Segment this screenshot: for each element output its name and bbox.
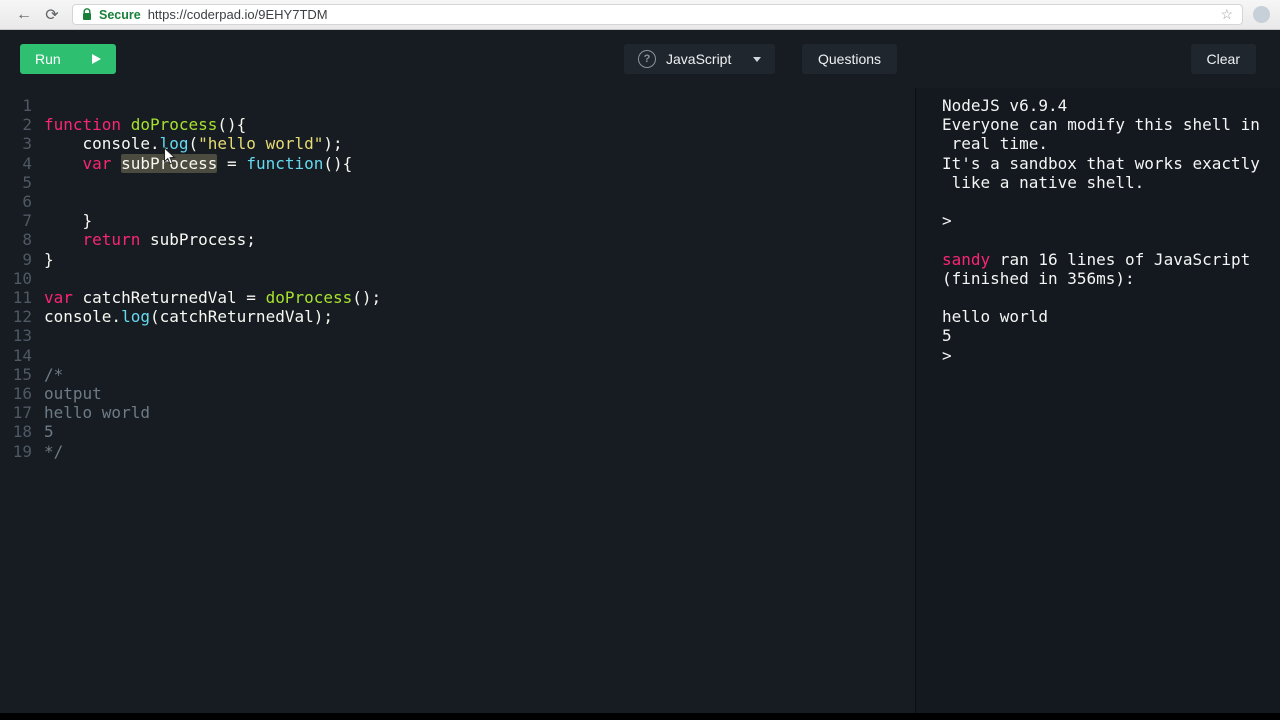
app-toolbar: Run ? JavaScript Questions Clear xyxy=(0,30,1280,88)
console-line: hello world xyxy=(942,307,1048,327)
code-line[interactable]: 8 return subProcess; xyxy=(0,230,915,249)
console-line: NodeJS v6.9.4 xyxy=(942,96,1068,115)
line-number: 6 xyxy=(22,192,32,212)
code-line[interactable]: 18 5 xyxy=(0,422,915,441)
code-line[interactable]: 3 console.log("hello world"); xyxy=(0,134,915,153)
code-text: output xyxy=(44,384,102,404)
extension-icon[interactable] xyxy=(1253,6,1270,23)
code-line[interactable]: 13 xyxy=(0,326,915,345)
line-number: 7 xyxy=(22,211,32,231)
browser-chrome: ← ⟳ Secure https://coderpad.io/9EHY7TDM … xyxy=(0,0,1280,30)
line-number: 1 xyxy=(22,96,32,115)
reload-icon[interactable]: ⟳ xyxy=(38,5,66,25)
url-text: https://coderpad.io/9EHY7TDM xyxy=(147,7,328,22)
code-editor[interactable]: 1 2 function doProcess(){3 console.log("he… xyxy=(0,88,915,713)
line-number: 12 xyxy=(12,307,32,327)
line-number: 18 xyxy=(12,422,32,442)
code-text: } xyxy=(44,249,54,269)
console-line: real time. xyxy=(942,134,1048,154)
code-text: /* xyxy=(44,364,64,384)
code-line[interactable]: 5 xyxy=(0,173,915,192)
console-line: like a native shell. xyxy=(942,172,1145,192)
console-panel[interactable]: NodeJS v6.9.4 Everyone can modify this sh… xyxy=(915,88,1280,713)
language-dropdown[interactable]: ? JavaScript xyxy=(624,44,776,74)
run-button-label: Run xyxy=(35,51,61,67)
code-text: var subProcess = function(){ xyxy=(82,153,353,173)
language-dropdown-label: JavaScript xyxy=(666,51,732,67)
console-line: > xyxy=(942,345,952,365)
code-text: hello world xyxy=(44,403,150,423)
code-line[interactable]: 6 xyxy=(0,192,915,211)
console-line: 5 xyxy=(942,326,952,346)
line-number: 5 xyxy=(22,172,32,192)
code-text: 5 xyxy=(44,422,54,442)
code-text: } xyxy=(44,211,93,231)
line-number: 9 xyxy=(22,249,32,269)
back-icon[interactable]: ← xyxy=(10,6,38,24)
clear-button[interactable]: Clear xyxy=(1190,44,1256,74)
code-text: console.log(catchReturnedVal); xyxy=(44,307,333,327)
play-icon xyxy=(92,54,101,64)
code-text: console.log("hello world"); xyxy=(44,134,343,154)
bookmark-star-icon[interactable]: ☆ xyxy=(1220,6,1233,23)
line-number: 8 xyxy=(22,230,32,250)
code-line[interactable]: 7 } xyxy=(0,211,915,230)
console-line: > xyxy=(942,211,952,231)
console-line: sandy ran 16 lines of JavaScript xyxy=(942,249,1251,269)
code-text: function doProcess(){ xyxy=(44,115,247,135)
code-line[interactable]: 4 var subProcess = function(){ xyxy=(0,153,915,173)
code-line[interactable]: 14 xyxy=(0,346,915,365)
bottom-bar xyxy=(0,713,1280,720)
lock-icon xyxy=(83,8,91,20)
code-line[interactable]: 19 */ xyxy=(0,442,915,461)
help-icon[interactable]: ? xyxy=(638,50,656,68)
code-line[interactable]: 11 var catchReturnedVal = doProcess(); xyxy=(0,288,915,307)
code-text: */ xyxy=(44,441,64,461)
code-text: return subProcess; xyxy=(82,230,256,250)
code-line[interactable]: 9} xyxy=(0,250,915,269)
console-line: Everyone can modify this shell in xyxy=(942,115,1260,135)
code-line[interactable]: 12 console.log(catchReturnedVal); xyxy=(0,307,915,326)
questions-button[interactable]: Questions xyxy=(802,44,898,74)
code-line[interactable]: 1 xyxy=(0,96,915,115)
code-line[interactable]: 15 /* xyxy=(0,365,915,384)
url-bar[interactable]: Secure https://coderpad.io/9EHY7TDM ☆ xyxy=(72,4,1243,25)
line-number: 3 xyxy=(22,134,32,154)
code-line[interactable]: 10 xyxy=(0,269,915,288)
line-number: 19 xyxy=(12,441,32,461)
secure-label: Secure xyxy=(99,7,141,22)
line-number: 14 xyxy=(12,345,32,365)
console-line: (finished in 356ms): xyxy=(942,268,1135,288)
run-button[interactable]: Run xyxy=(20,44,116,74)
code-line[interactable]: 2 function doProcess(){ xyxy=(0,115,915,134)
line-number: 15 xyxy=(12,364,32,384)
line-number: 16 xyxy=(12,384,32,404)
line-number: 2 xyxy=(22,115,32,135)
line-number: 10 xyxy=(12,268,32,288)
code-text: var catchReturnedVal = doProcess(); xyxy=(44,288,382,308)
chevron-down-icon xyxy=(753,56,762,62)
line-number: 13 xyxy=(12,326,32,346)
line-number: 11 xyxy=(12,288,32,308)
main-area: 1 2 function doProcess(){3 console.log("he… xyxy=(0,88,1280,713)
code-line[interactable]: 17 hello world xyxy=(0,403,915,422)
line-number: 17 xyxy=(12,403,32,423)
console-line: It's a sandbox that works exactly xyxy=(942,153,1260,173)
code-line[interactable]: 16 output xyxy=(0,384,915,403)
coderpad-app: Run ? JavaScript Questions Clear 1 2 funct… xyxy=(0,30,1280,713)
line-number: 4 xyxy=(22,153,32,173)
